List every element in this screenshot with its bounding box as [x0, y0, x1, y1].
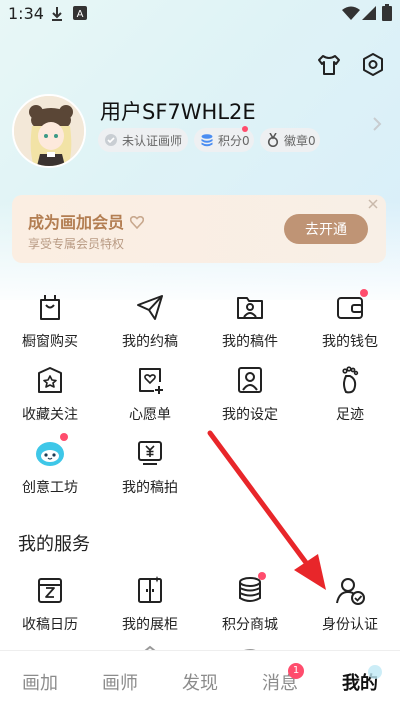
menu-item-footprints[interactable]: 足迹	[300, 360, 400, 432]
folder-person-icon	[234, 291, 266, 323]
badges-chip[interactable]: 徽章0	[260, 128, 320, 152]
service-item-label: 我的展柜	[122, 617, 178, 633]
yen-card-icon	[134, 437, 166, 469]
menu-item-wishlist[interactable]: 心愿单	[100, 360, 200, 432]
points-notification-dot	[242, 126, 248, 132]
points-label: 积分0	[218, 133, 250, 148]
signal-icon	[362, 6, 376, 20]
menu-item-creative-workshop[interactable]: 创意工坊	[0, 433, 100, 505]
person-card-icon	[234, 364, 266, 396]
vip-subtitle: 享受专属会员特权	[28, 237, 125, 251]
footprint-icon	[334, 364, 366, 396]
menu-item-label: 橱窗购买	[22, 334, 78, 350]
star-box-icon	[34, 364, 66, 396]
menu-item-label: 心愿单	[129, 407, 171, 423]
wifi-icon	[342, 6, 360, 20]
status-time: 1:34	[8, 4, 44, 23]
close-icon[interactable]	[368, 197, 378, 213]
username: 用户SF7WHL2E	[100, 100, 256, 124]
menu-item-label: 我的设定	[222, 407, 278, 423]
service-item-points-mall[interactable]: 积分商城	[200, 570, 300, 642]
workshop-notification-dot	[60, 433, 68, 441]
coin-stack-icon	[200, 133, 214, 147]
showcase-icon	[134, 574, 166, 606]
svg-text:A: A	[77, 9, 84, 20]
services-section-title: 我的服务	[18, 534, 90, 555]
menu-item-my-auctions[interactable]: 我的稿拍	[100, 433, 200, 505]
shopping-bag-icon	[34, 291, 66, 323]
badges-label: 徽章0	[284, 133, 316, 148]
menu-item-label: 收藏关注	[22, 407, 78, 423]
points-chip[interactable]: 积分0	[194, 126, 254, 152]
calendar-icon	[34, 574, 66, 606]
service-item-label: 收稿日历	[22, 617, 78, 633]
menu-item-my-commissions[interactable]: 我的约稿	[100, 287, 200, 359]
menu-item-my-wallet[interactable]: 我的钱包	[300, 287, 400, 359]
tab-home[interactable]: 画加	[22, 669, 58, 695]
verify-status-label: 未认证画师	[122, 133, 183, 148]
download-icon	[50, 5, 64, 23]
wallet-notification-dot	[360, 289, 368, 297]
heart-icon	[129, 214, 144, 233]
medal-icon	[266, 132, 280, 148]
vip-open-button[interactable]: 去开通	[284, 214, 368, 244]
status-bar: 1:34 A	[0, 0, 400, 30]
heart-list-icon	[134, 364, 166, 396]
gear-icon	[358, 50, 388, 80]
tab-artists[interactable]: 画师	[102, 669, 138, 695]
menu-item-label: 足迹	[336, 407, 364, 423]
avatar[interactable]	[12, 94, 86, 168]
tab-me-decoration-icon	[368, 665, 382, 679]
tab-discover[interactable]: 发现	[182, 669, 218, 695]
messages-badge: 1	[288, 663, 304, 679]
workshop-mascot-icon	[34, 437, 66, 469]
app-notification-icon: A	[73, 6, 87, 20]
menu-item-window-purchase[interactable]: 橱窗购买	[0, 287, 100, 359]
verify-status-chip[interactable]: 未认证画师	[98, 128, 188, 152]
paper-plane-icon	[134, 291, 166, 323]
menu-item-favorites[interactable]: 收藏关注	[0, 360, 100, 432]
dress-up-button[interactable]	[314, 50, 344, 80]
identity-check-icon	[334, 574, 366, 606]
verify-badge-icon	[104, 133, 118, 147]
settings-button[interactable]	[358, 50, 388, 80]
menu-item-label: 创意工坊	[22, 480, 78, 496]
profile-chevron-right-icon[interactable]	[372, 116, 382, 136]
menu-item-label: 我的稿拍	[122, 480, 178, 496]
points-mall-notification-dot	[258, 572, 266, 580]
vip-banner[interactable]: 成为画加会员 享受专属会员特权 去开通	[12, 195, 386, 263]
battery-icon	[382, 4, 392, 21]
service-item-label: 身份认证	[322, 617, 378, 633]
service-item-showcase[interactable]: 我的展柜	[100, 570, 200, 642]
service-item-calendar[interactable]: 收稿日历	[0, 570, 100, 642]
menu-item-my-settings[interactable]: 我的设定	[200, 360, 300, 432]
service-item-label: 积分商城	[222, 617, 278, 633]
bottom-navigation: 画加 画师 发现 消息 1 我的	[0, 650, 400, 710]
menu-item-label: 我的约稿	[122, 334, 178, 350]
tshirt-icon	[314, 50, 344, 80]
menu-item-label: 我的钱包	[322, 334, 378, 350]
service-item-identity-verification[interactable]: 身份认证	[300, 570, 400, 642]
vip-title: 成为画加会员	[28, 209, 144, 233]
menu-item-my-manuscripts[interactable]: 我的稿件	[200, 287, 300, 359]
menu-item-label: 我的稿件	[222, 334, 278, 350]
